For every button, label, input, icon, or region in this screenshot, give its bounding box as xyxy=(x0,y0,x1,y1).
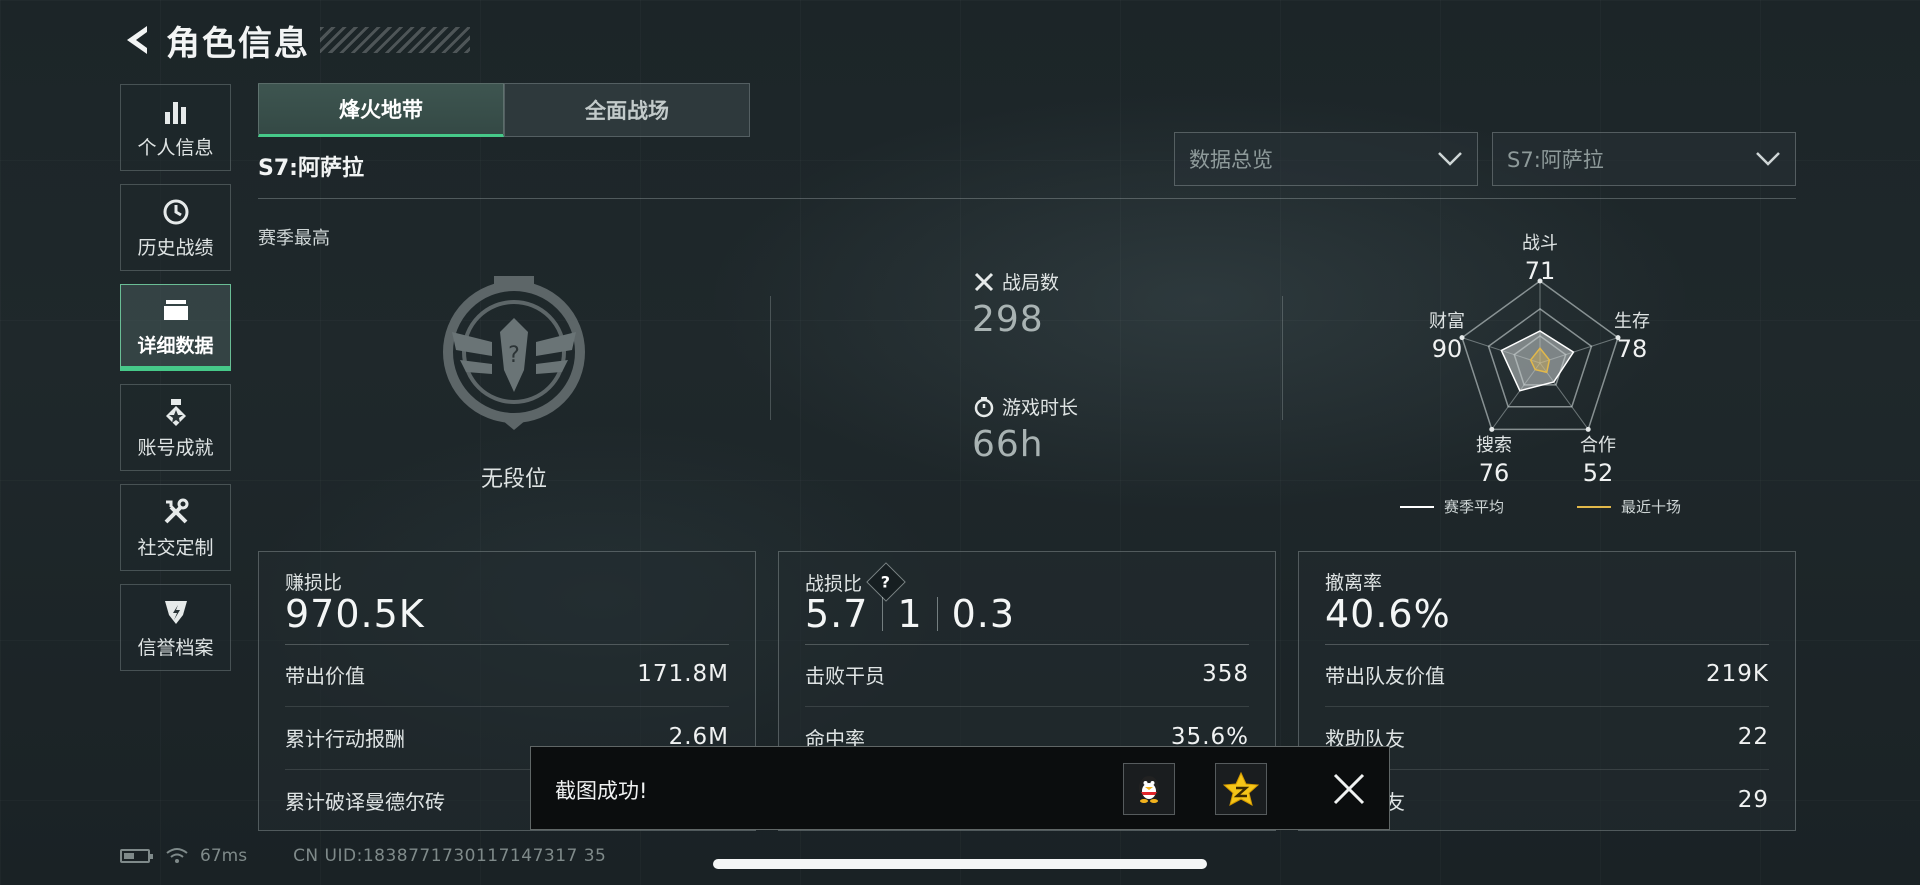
back-arrow-icon[interactable] xyxy=(120,22,156,58)
status-bar: 67ms CN UID:1838771730117147317 35 xyxy=(120,846,606,866)
rank-label: 无段位 xyxy=(480,467,547,492)
season-title: S7:阿萨拉 xyxy=(258,156,364,181)
chevron-down-icon xyxy=(1438,152,1462,166)
tools-icon xyxy=(159,495,193,529)
page-title: 角色信息 xyxy=(166,23,310,64)
legend-line xyxy=(1400,505,1434,508)
folder-icon xyxy=(159,293,193,327)
sidebar-item-credit[interactable]: 信誉档案 xyxy=(120,584,231,671)
chevron-down-icon xyxy=(1756,152,1780,166)
ping-value: 67ms xyxy=(200,846,248,866)
credit-shield-icon xyxy=(159,595,193,629)
sidebar-item-label: 信誉档案 xyxy=(137,637,214,659)
sidebar-item-history[interactable]: 历史战绩 xyxy=(120,184,231,271)
divider xyxy=(258,198,1796,199)
share-qq-button[interactable] xyxy=(1123,763,1175,815)
sidebar-item-label: 历史战绩 xyxy=(137,237,214,259)
svg-text:?: ? xyxy=(508,343,520,368)
rank-emblem-icon: ? xyxy=(432,270,596,434)
crossed-swords-icon xyxy=(972,270,996,294)
stopwatch-icon xyxy=(972,395,996,419)
legend-recent-ten: 最近十场 xyxy=(1577,496,1681,517)
card-big-value: 970.5K xyxy=(285,592,425,636)
mode-tabs: 烽火地带 全面战场 xyxy=(258,83,750,137)
matches-label: 战局数 xyxy=(1002,272,1060,294)
season-select[interactable]: S7:阿萨拉 xyxy=(1492,132,1796,186)
medal-icon xyxy=(159,395,193,429)
wifi-icon xyxy=(166,848,188,863)
view-select[interactable]: 数据总览 xyxy=(1174,132,1478,186)
qzone-star-icon xyxy=(1223,771,1259,806)
divider xyxy=(1282,296,1283,420)
sidebar-item-social[interactable]: 社交定制 xyxy=(120,484,231,571)
divider xyxy=(1325,706,1769,707)
sidebar-item-detailed-data[interactable]: 详细数据 xyxy=(120,284,231,371)
card-row: 击败干员 358 xyxy=(805,661,1249,688)
sidebar-item-label: 账号成就 xyxy=(137,437,214,459)
divider xyxy=(805,706,1249,707)
share-qzone-button[interactable] xyxy=(1215,763,1267,815)
view-select-value: 数据总览 xyxy=(1189,148,1273,172)
playtime-stat: 游戏时长 66h xyxy=(972,393,1078,465)
divider xyxy=(1325,644,1769,645)
sidebar-item-achievements[interactable]: 账号成就 xyxy=(120,384,231,471)
card-row: 复活队友29 xyxy=(1325,787,1769,814)
card-title: 撤离率 xyxy=(1325,572,1383,594)
home-indicator[interactable] xyxy=(713,859,1207,869)
sidebar-item-label: 个人信息 xyxy=(137,137,214,159)
radar-label-cooperation: 合作 52 xyxy=(1580,435,1616,487)
divider xyxy=(805,644,1249,645)
bar-chart-icon xyxy=(159,95,193,129)
divider xyxy=(285,706,729,707)
radar-label-combat: 战斗 71 xyxy=(1522,233,1558,285)
legend-season-average: 赛季平均 xyxy=(1400,496,1504,517)
card-row: 带出价值 171.8M xyxy=(285,661,729,688)
season-select-value: S7:阿萨拉 xyxy=(1507,148,1604,172)
header: 角色信息 xyxy=(120,18,470,64)
card-row: 带出队友价值 219K xyxy=(1325,661,1769,688)
sidebar-item-label: 社交定制 xyxy=(137,537,214,559)
close-toast-button[interactable] xyxy=(1327,767,1371,811)
card-big-value: 5.7 1 0.3 xyxy=(805,592,1016,636)
card-title: 赚损比 xyxy=(285,572,343,594)
screenshot-toast: 截图成功! xyxy=(530,746,1390,830)
card-row: 救助队友 22 xyxy=(1325,724,1769,751)
toast-message: 截图成功! xyxy=(555,779,648,803)
ability-radar-chart: 战斗 71 生存 78 合作 52 搜索 76 财富 90 xyxy=(1400,225,1740,515)
title-decoration xyxy=(320,27,470,53)
uid-text: CN UID:1838771730117147317 35 xyxy=(293,846,607,866)
history-clock-icon xyxy=(159,195,193,229)
playtime-label: 游戏时长 xyxy=(1002,397,1079,419)
matches-stat: 战局数 298 xyxy=(972,268,1059,340)
radar-label-search: 搜索 76 xyxy=(1476,435,1512,487)
divider xyxy=(770,296,771,420)
tab-beacon-zone[interactable]: 烽火地带 xyxy=(258,83,504,137)
season-best-label: 赛季最高 xyxy=(258,228,330,249)
matches-value: 298 xyxy=(972,299,1044,340)
sidebar: 个人信息 历史战绩 详细数据 账号成就 社交定制 信誉档案 xyxy=(120,84,233,684)
sidebar-item-personal-info[interactable]: 个人信息 xyxy=(120,84,231,171)
legend-line xyxy=(1577,505,1611,508)
divider xyxy=(285,644,729,645)
radar-label-survival: 生存 78 xyxy=(1614,311,1650,363)
close-icon xyxy=(1333,773,1365,805)
card-big-value: 40.6% xyxy=(1325,592,1451,636)
sidebar-item-label: 详细数据 xyxy=(137,335,214,357)
tab-full-battlefield[interactable]: 全面战场 xyxy=(504,83,750,137)
radar-label-wealth: 财富 90 xyxy=(1429,311,1465,363)
battery-icon xyxy=(120,849,153,863)
qq-penguin-icon xyxy=(1139,776,1159,803)
divider xyxy=(1325,769,1769,770)
playtime-value: 66h xyxy=(972,424,1044,465)
